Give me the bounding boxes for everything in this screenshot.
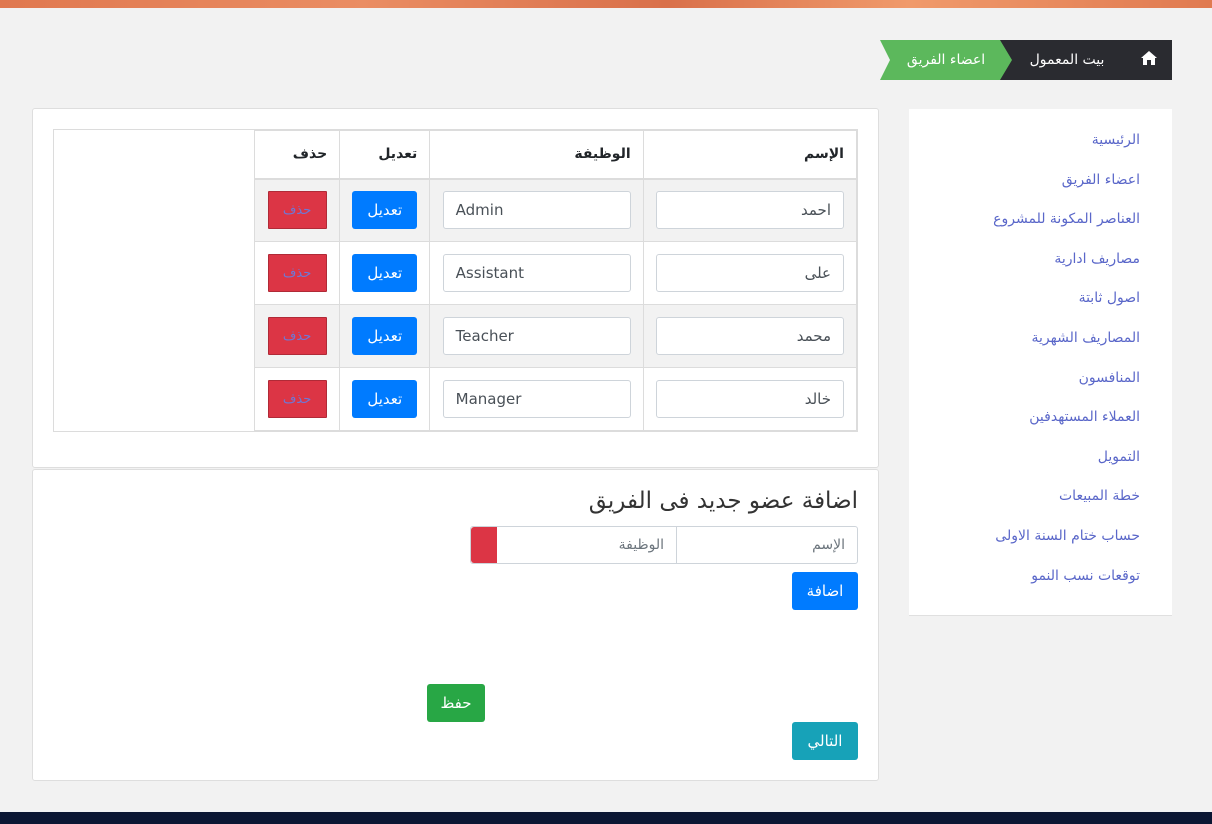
cell-delete: حذف	[253, 367, 341, 431]
sidebar-item-funding[interactable]: التمويل	[909, 445, 1172, 485]
cell-job: Teacher	[429, 304, 644, 368]
table-row: خالد Manager تعديل حذف	[253, 367, 858, 431]
job-input[interactable]: Admin	[442, 191, 631, 230]
next-button[interactable]: التالي	[792, 722, 858, 760]
footer-bar	[0, 812, 1212, 824]
sidebar-item-competitors[interactable]: المنافسون	[909, 366, 1172, 406]
add-member-panel: اضافة عضو جديد فى الفريق الإسم الوظيفة ا…	[32, 469, 879, 781]
top-banner	[0, 0, 1212, 8]
table-row: محمد Teacher تعديل حذف	[253, 304, 858, 368]
cell-edit: تعديل	[339, 304, 431, 368]
sidebar-item-project-components[interactable]: العناصر المكونة للمشروع	[909, 207, 1172, 247]
table-row: احمد Admin تعديل حذف	[253, 178, 858, 242]
name-input[interactable]: احمد	[656, 191, 844, 230]
cell-edit: تعديل	[339, 367, 431, 431]
name-input[interactable]: محمد	[656, 317, 844, 355]
sidebar: الرئيسية اعضاء الفريق العناصر المكونة لل…	[909, 109, 1172, 616]
sidebar-item-target-customers[interactable]: العملاء المستهدفين	[909, 405, 1172, 445]
cell-name: خالد	[642, 367, 858, 431]
edit-button[interactable]: تعديل	[352, 191, 418, 230]
add-button[interactable]: اضافة	[792, 572, 858, 610]
name-input[interactable]: على	[656, 254, 844, 292]
header-delete: حذف	[253, 130, 341, 180]
sidebar-item-team-members[interactable]: اعضاء الفريق	[909, 168, 1172, 208]
header-job: الوظيفة	[429, 130, 644, 180]
home-icon	[1140, 50, 1158, 70]
delete-button[interactable]: حذف	[267, 317, 327, 355]
form-title: اضافة عضو جديد فى الفريق	[588, 488, 858, 514]
cell-edit: تعديل	[339, 178, 431, 242]
new-job-input[interactable]: الوظيفة	[497, 527, 676, 563]
sidebar-item-first-year-closing[interactable]: حساب ختام السنة الاولى	[909, 524, 1172, 564]
cell-job: Admin	[429, 178, 644, 242]
sidebar-item-admin-expenses[interactable]: مصاريف ادارية	[909, 247, 1172, 287]
cell-delete: حذف	[253, 304, 341, 368]
name-input[interactable]: خالد	[656, 380, 844, 418]
cell-name: احمد	[642, 178, 858, 242]
input-addon-marker	[471, 527, 497, 563]
edit-button[interactable]: تعديل	[352, 317, 418, 355]
sidebar-item-monthly-expenses[interactable]: المصاريف الشهرية	[909, 326, 1172, 366]
save-button[interactable]: حفظ	[427, 684, 485, 722]
cell-delete: حذف	[253, 178, 341, 242]
cell-edit: تعديل	[339, 241, 431, 305]
delete-button[interactable]: حذف	[267, 254, 327, 292]
breadcrumb-parent-label: بيت المعمول	[1029, 52, 1105, 68]
breadcrumb-parent[interactable]: بيت المعمول	[996, 40, 1130, 80]
sidebar-item-sales-plan[interactable]: خطة المبيعات	[909, 484, 1172, 524]
job-input[interactable]: Assistant	[442, 254, 631, 292]
sidebar-item-fixed-assets[interactable]: اصول ثابتة	[909, 286, 1172, 326]
new-name-input[interactable]: الإسم	[676, 527, 857, 563]
cell-job: Manager	[429, 367, 644, 431]
cell-delete: حذف	[253, 241, 341, 305]
cell-job: Assistant	[429, 241, 644, 305]
sidebar-item-home[interactable]: الرئيسية	[909, 128, 1172, 168]
sidebar-item-growth-forecast[interactable]: توقعات نسب النمو	[909, 564, 1172, 604]
table-row: على Assistant تعديل حذف	[253, 241, 858, 305]
team-table: الإسم الوظيفة تعديل حذف احمد Admin تعديل…	[253, 130, 858, 431]
breadcrumb: بيت المعمول اعضاء الفريق	[880, 40, 1172, 80]
breadcrumb-current-label: اعضاء الفريق	[906, 52, 986, 68]
team-table-panel: الإسم الوظيفة تعديل حذف احمد Admin تعديل…	[32, 108, 879, 468]
table-wrapper: الإسم الوظيفة تعديل حذف احمد Admin تعديل…	[53, 129, 858, 432]
add-member-input-group: الإسم الوظيفة	[470, 526, 858, 564]
edit-button[interactable]: تعديل	[352, 380, 418, 418]
job-input[interactable]: Manager	[442, 380, 631, 418]
header-edit: تعديل	[339, 130, 431, 180]
header-name: الإسم	[642, 130, 858, 180]
job-input[interactable]: Teacher	[442, 317, 631, 355]
cell-name: على	[642, 241, 858, 305]
edit-button[interactable]: تعديل	[352, 254, 418, 292]
breadcrumb-current: اعضاء الفريق	[880, 40, 1012, 80]
delete-button[interactable]: حذف	[267, 380, 327, 418]
table-header-row: الإسم الوظيفة تعديل حذف	[253, 130, 858, 180]
cell-name: محمد	[642, 304, 858, 368]
delete-button[interactable]: حذف	[267, 191, 327, 230]
